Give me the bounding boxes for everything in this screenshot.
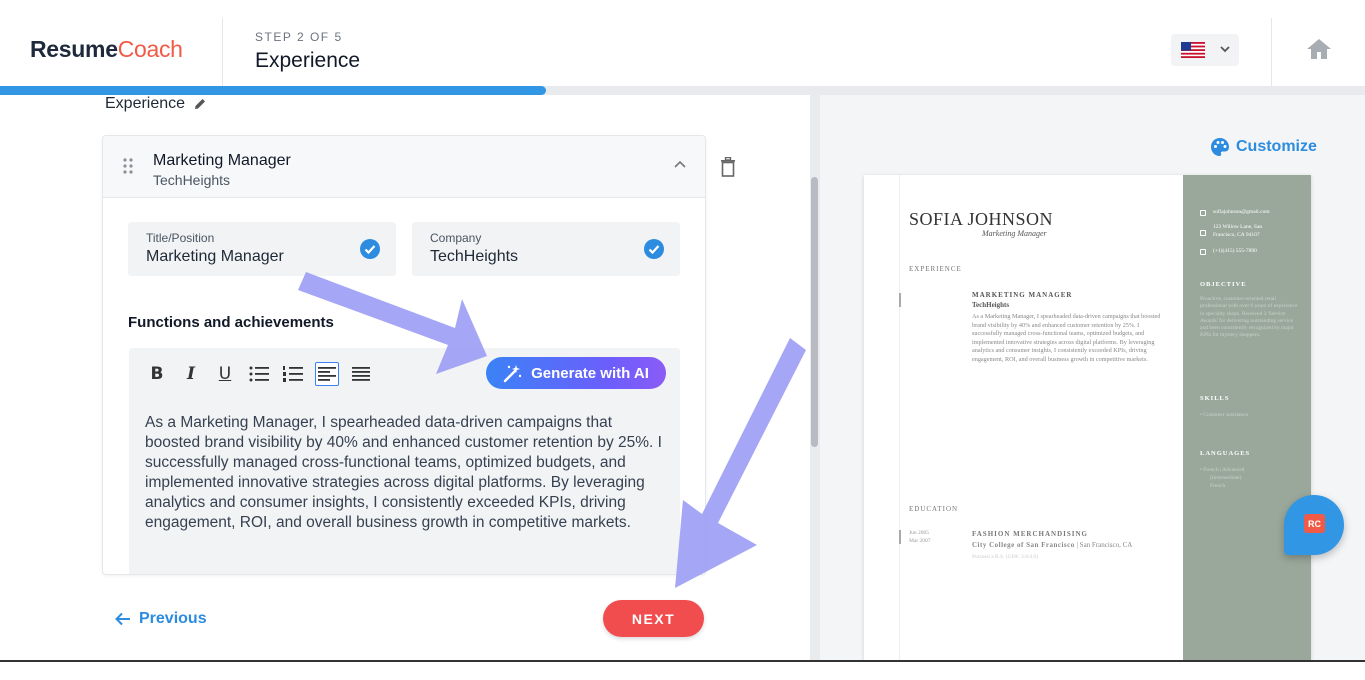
description-text[interactable]: As a Marketing Manager, I spearheaded da… (145, 413, 670, 533)
resume-rule (899, 175, 900, 660)
experience-entry-card: Marketing Manager TechHeights Title/Posi… (102, 135, 706, 575)
trash-icon[interactable] (720, 157, 736, 177)
resume-preview[interactable]: SOFIA JOHNSON Marketing Manager EXPERIEN… (864, 175, 1311, 660)
resume-job-company: TechHeights (972, 301, 1010, 309)
resume-education-heading: EDUCATION (909, 505, 959, 513)
resume-languages-item: • French | Advanced (1200, 467, 1245, 473)
resume-name: SOFIA JOHNSON (909, 209, 1054, 229)
us-flag-icon (1181, 42, 1205, 58)
next-button[interactable]: NEXT (603, 600, 704, 637)
resume-edu-school: City College of San Francisco (972, 541, 1075, 549)
field-label: Title/Position (146, 231, 215, 245)
section-heading-label: Experience (105, 95, 186, 112)
field-label: Company (430, 231, 482, 245)
phone-icon (1200, 249, 1206, 255)
align-justify-icon[interactable] (349, 362, 373, 386)
generate-with-ai-label: Generate with AI (531, 364, 649, 382)
bold-icon[interactable]: B (145, 362, 169, 386)
resume-skills-heading: SKILLS (1200, 395, 1230, 402)
italic-icon[interactable]: I (179, 362, 203, 386)
resume-skills-item: • Customer assistance (1200, 412, 1249, 418)
resume-job-title: MARKETING MANAGER (972, 291, 1073, 299)
progress-bar (0, 86, 1365, 95)
field-value[interactable]: TechHeights (430, 248, 518, 266)
resumecoach-logo[interactable]: ResumeCoach (30, 36, 183, 63)
bullet-list-icon[interactable] (247, 362, 271, 386)
entry-card-header[interactable]: Marketing Manager TechHeights (103, 136, 705, 198)
entry-title: Marketing Manager (153, 152, 291, 169)
align-left-icon[interactable] (315, 362, 339, 386)
scrollbar-thumb[interactable] (811, 177, 818, 447)
previous-label: Previous (139, 610, 207, 627)
resume-languages-heading: LANGUAGES (1200, 450, 1251, 457)
home-icon[interactable] (1306, 38, 1332, 60)
resume-job-description: As a Marketing Manager, I spearheaded da… (972, 313, 1161, 363)
resume-sidebar: sofiajohnson@gmail.com 123 Willow Lane, … (1183, 175, 1311, 660)
entry-company: TechHeights (153, 172, 231, 188)
check-circle-icon (360, 239, 380, 259)
company-field[interactable]: Company TechHeights (412, 222, 680, 276)
progress-bar-fill (0, 86, 546, 95)
magic-wand-icon (503, 365, 522, 383)
language-selector[interactable] (1171, 34, 1239, 66)
header-divider (1271, 18, 1272, 86)
arrow-left-icon (115, 612, 130, 626)
title-position-field[interactable]: Title/Position Marketing Manager (128, 222, 396, 276)
chevron-up-icon[interactable] (673, 158, 687, 172)
resume-languages-sub: (Intermediate) (1210, 475, 1242, 481)
customize-label: Customize (1236, 138, 1317, 155)
pencil-icon[interactable] (193, 97, 207, 111)
resume-edu-date-end: Mar 2007 (909, 538, 931, 544)
resume-role: Marketing Manager (982, 229, 1047, 238)
generate-with-ai-button[interactable]: Generate with AI (486, 357, 666, 389)
rc-logo-icon: RC (1304, 514, 1325, 533)
resume-objective-heading: OBJECTIVE (1200, 281, 1247, 288)
resume-address-1: 123 Willow Lane, San (1213, 224, 1263, 230)
customize-button[interactable]: Customize (1210, 137, 1317, 157)
navigation-bar: Previous NEXT (100, 588, 790, 658)
resume-phone: (+1)(415) 555-7890 (1213, 248, 1257, 254)
resume-address-2: Francisco, CA 94107 (1213, 232, 1260, 238)
resume-edu-note: Pursued a B.S. (GPA: 3.8/4.0) (972, 554, 1039, 560)
palette-icon (1211, 138, 1229, 156)
functions-label: Functions and achievements (128, 314, 334, 331)
resume-languages-sub2: French (1210, 483, 1226, 489)
resume-edu-degree: FASHION MERCHANDISING (972, 530, 1088, 538)
step-title: Experience (255, 49, 361, 72)
resume-email: sofiajohnson@gmail.com (1213, 209, 1270, 215)
email-icon (1200, 210, 1206, 216)
underline-icon[interactable]: U (213, 362, 237, 386)
rich-text-editor[interactable]: B I U Generate with AI As a Marketing Ma… (129, 348, 680, 574)
header-divider (222, 18, 223, 86)
preview-panel: Customize SOFIA JOHNSON Marketing Manage… (820, 95, 1365, 660)
numbered-list-icon[interactable] (281, 362, 305, 386)
resume-edu-date-start: Jun 2005 (909, 530, 930, 536)
editor-toolbar: B I U (145, 360, 373, 388)
resume-experience-heading: EXPERIENCE (909, 265, 962, 273)
section-heading: Experience (105, 95, 207, 113)
home-icon (1200, 230, 1206, 236)
previous-button[interactable]: Previous (115, 610, 207, 628)
app-header: ResumeCoach STEP 2 OF 5 Experience (0, 0, 1365, 86)
resume-marker (899, 293, 901, 307)
chat-assistant-button[interactable]: RC (1284, 495, 1344, 555)
drag-handle-icon[interactable] (123, 158, 133, 174)
resume-objective-text: Proactive, customer-oriented retail prof… (1200, 296, 1298, 339)
resume-marker (899, 530, 901, 544)
chevron-down-icon (1220, 46, 1230, 53)
field-value[interactable]: Marketing Manager (146, 248, 284, 266)
resume-edu-location: San Francisco, CA (1079, 541, 1133, 549)
bottom-strip (0, 660, 1365, 680)
scrollbar[interactable] (810, 95, 820, 660)
editor-panel: Experience Marketing Manager TechHeights… (0, 95, 810, 660)
step-indicator: STEP 2 OF 5 (255, 30, 343, 44)
check-circle-icon (644, 239, 664, 259)
resume-edu-school-line: City College of San Francisco | San Fran… (972, 541, 1133, 549)
